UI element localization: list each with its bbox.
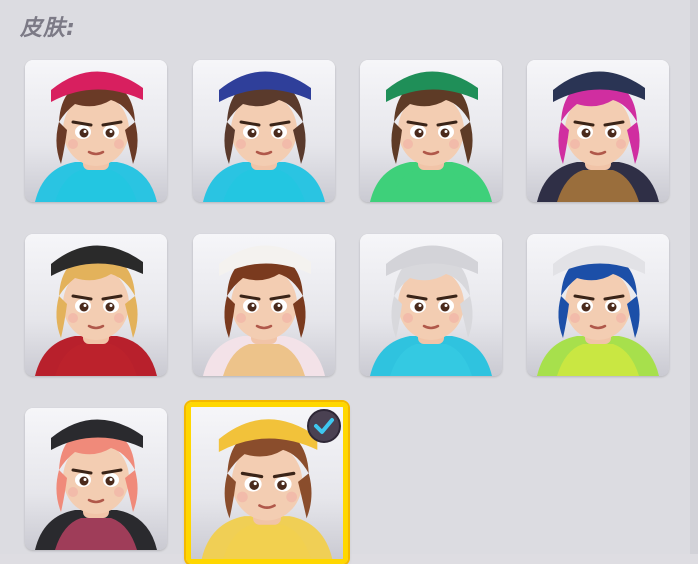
skin-tile-8[interactable] bbox=[527, 234, 669, 376]
skin-portrait bbox=[193, 234, 335, 376]
skin-panel: 皮肤: bbox=[0, 0, 698, 564]
panel-edge bbox=[690, 0, 698, 554]
skin-tile-5[interactable] bbox=[25, 234, 167, 376]
skin-portrait bbox=[193, 60, 335, 202]
skin-tile-10[interactable] bbox=[186, 402, 348, 564]
skin-portrait bbox=[527, 234, 669, 376]
skin-tile-3[interactable] bbox=[360, 60, 502, 202]
skin-tile-1[interactable] bbox=[25, 60, 167, 202]
skin-portrait bbox=[527, 60, 669, 202]
skin-tile-4[interactable] bbox=[527, 60, 669, 202]
skin-portrait bbox=[360, 60, 502, 202]
skin-portrait bbox=[25, 60, 167, 202]
selected-check-icon bbox=[307, 409, 341, 443]
skin-tile-2[interactable] bbox=[193, 60, 335, 202]
skin-tile-9[interactable] bbox=[25, 408, 167, 550]
skin-portrait bbox=[360, 234, 502, 376]
skin-tile-6[interactable] bbox=[193, 234, 335, 376]
section-title: 皮肤: bbox=[20, 16, 76, 41]
skin-portrait bbox=[25, 408, 167, 550]
skin-portrait bbox=[25, 234, 167, 376]
skin-tile-7[interactable] bbox=[360, 234, 502, 376]
